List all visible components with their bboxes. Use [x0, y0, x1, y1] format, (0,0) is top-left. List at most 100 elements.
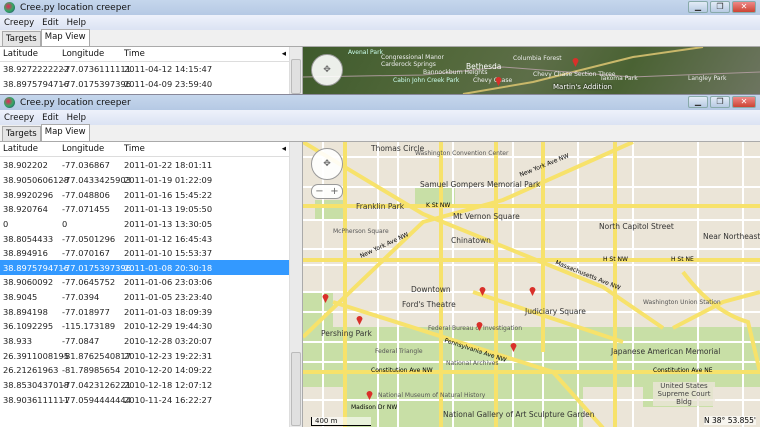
- cell-latitude: 38.902202: [3, 160, 48, 171]
- map-pan-control[interactable]: ✥: [311, 148, 343, 180]
- map-marker-icon[interactable]: [529, 286, 536, 296]
- table-row[interactable]: 38.9060092 -77.0645752 2011-01-06 23:03:06: [0, 275, 302, 290]
- map-label: Takoma Park: [600, 75, 638, 82]
- map-label: National Archives: [446, 360, 499, 367]
- minimize-button[interactable]: ▁: [688, 1, 708, 13]
- cell-time: 2011-04-12 14:15:47: [124, 64, 213, 75]
- map-pan-control[interactable]: ✥: [311, 54, 343, 86]
- coordinate-readout: N 38° 53.855': [704, 416, 756, 425]
- close-button[interactable]: ✕: [732, 1, 756, 13]
- cell-latitude: 26.21261963: [3, 365, 59, 376]
- table-row[interactable]: 36.1092295 -115.173189 2010-12-29 19:44:30: [0, 319, 302, 334]
- cell-longitude: -77.018977: [62, 306, 110, 317]
- title-bar: Cree.py location creeper ▁ ❐ ✕: [0, 95, 760, 110]
- table-row[interactable]: 38.8054433 -77.0501296 2011-01-12 16:45:43: [0, 231, 302, 246]
- cell-time: 2010-12-20 14:09:22: [124, 365, 213, 376]
- map-marker-icon[interactable]: [495, 76, 502, 86]
- locations-table: Latitude Longitude Time ◂ 38.902202 -77.0…: [0, 142, 303, 427]
- map-marker-icon[interactable]: [572, 57, 579, 67]
- map-label: Cabin John Creek Park: [393, 77, 460, 84]
- cell-latitude: 38.8054433: [3, 233, 54, 244]
- cell-longitude: -77.071455: [62, 204, 110, 215]
- restore-button[interactable]: ❐: [710, 96, 730, 108]
- cell-time: 2011-01-16 15:45:22: [124, 189, 213, 200]
- zoom-out-icon[interactable]: −: [315, 186, 323, 197]
- table-row[interactable]: 38.9050606128 -77.0433425903 2011-01-19 01…: [0, 173, 302, 188]
- column-latitude[interactable]: Latitude: [0, 49, 62, 59]
- table-row[interactable]: 38.9036111111 -77.0594444444 2010-11-24 16…: [0, 392, 302, 407]
- table-row[interactable]: 38.8530437018 -77.0423126221 2010-12-18 12…: [0, 378, 302, 393]
- map-label: Washington Convention Center: [415, 150, 509, 157]
- map-label: Langley Park: [688, 75, 727, 82]
- menu-creepy[interactable]: Creepy: [4, 113, 34, 123]
- map-label: Judiciary Square: [525, 307, 586, 316]
- cell-time: 2011-01-13 13:30:05: [124, 218, 213, 229]
- table-row[interactable]: 38.933 -77.0847 2010-12-28 03:20:07: [0, 334, 302, 349]
- map-label: Congressional Manor: [381, 54, 444, 61]
- cell-latitude: 38.8975794716: [3, 78, 69, 89]
- table-row[interactable]: 38.920764 -77.071455 2011-01-13 19:05:50: [0, 202, 302, 217]
- map-label: Near Northeast: [703, 232, 760, 241]
- table-row[interactable]: 38.9920296 -77.048806 2011-01-16 15:45:22: [0, 187, 302, 202]
- main-window: Cree.py location creeper ▁ ❐ ✕ Creepy Ed…: [0, 94, 760, 427]
- cell-time: 2010-12-23 19:22:31: [124, 350, 213, 361]
- menu-help[interactable]: Help: [67, 18, 86, 28]
- table-row[interactable]: 38.902202 -77.036867 2011-01-22 18:01:11: [0, 158, 302, 173]
- top-window: Cree.py location creeper ▁ ❐ ✕ Creepy Ed…: [0, 0, 760, 94]
- column-longitude[interactable]: Longitude: [62, 49, 124, 59]
- cell-latitude: 38.9060092: [3, 277, 54, 288]
- map-marker-icon[interactable]: [322, 293, 329, 303]
- table-scrollbar[interactable]: [289, 142, 302, 427]
- menu-creepy[interactable]: Creepy: [4, 18, 34, 28]
- map-label: Chevy Chase: [473, 77, 513, 84]
- tab-map-view[interactable]: Map View: [40, 124, 90, 141]
- table-scrollbar[interactable]: [289, 47, 302, 94]
- table-row-selected[interactable]: 38.8975794716 -77.0175397396 2011-01-08 20…: [0, 260, 302, 276]
- cell-latitude: 38.9036111111: [3, 394, 69, 405]
- menu-help[interactable]: Help: [67, 113, 86, 123]
- cell-longitude: 0: [62, 218, 68, 229]
- street-map[interactable]: Thomas Circle Washington Convention Cent…: [303, 142, 760, 427]
- map-label: Downtown: [411, 285, 451, 294]
- cell-longitude: -77.048806: [62, 189, 110, 200]
- column-time[interactable]: Time: [124, 49, 274, 59]
- table-row[interactable]: 38.9045 -77.0394 2011-01-05 23:23:40: [0, 290, 302, 305]
- map-zoom-control[interactable]: − +: [311, 184, 343, 199]
- cell-longitude: -115.173189: [62, 321, 116, 332]
- tab-map-view[interactable]: Map View: [40, 29, 90, 46]
- scrollbar-thumb[interactable]: [291, 352, 301, 426]
- map-label: Samuel Gompers Memorial Park: [420, 180, 541, 189]
- column-longitude[interactable]: Longitude: [62, 144, 124, 154]
- table-header: Latitude Longitude Time ◂: [0, 47, 302, 62]
- table-row[interactable]: 38.894916 -77.070167 2011-01-10 15:53:37: [0, 246, 302, 261]
- table-row[interactable]: 26.3911008195 -81.8762540817 2010-12-23 19…: [0, 348, 302, 363]
- map-marker-icon[interactable]: [510, 342, 517, 352]
- map-marker-icon[interactable]: [366, 390, 373, 400]
- map-marker-icon[interactable]: [479, 286, 486, 296]
- menu-bar: Creepy Edit Help: [0, 15, 760, 30]
- cell-longitude: -77.036867: [62, 160, 110, 171]
- map-marker-icon[interactable]: [356, 315, 363, 325]
- column-time[interactable]: Time: [124, 144, 274, 154]
- table-row[interactable]: 26.21261963 -81.78985654 2010-12-20 14:09:…: [0, 363, 302, 378]
- cell-longitude: -77.0501296: [62, 233, 116, 244]
- tab-targets[interactable]: Targets: [2, 31, 41, 46]
- tab-targets[interactable]: Targets: [2, 126, 41, 141]
- table-row[interactable]: 0 0 2011-01-13 13:30:05: [0, 217, 302, 232]
- menu-edit[interactable]: Edit: [42, 113, 58, 123]
- table-row[interactable]: 38.894198 -77.018977 2011-01-03 18:09:39: [0, 304, 302, 319]
- table-row[interactable]: 38.9272222222 -77.0736111111 2011-04-12 14…: [0, 62, 302, 77]
- map-marker-icon[interactable]: [476, 321, 483, 331]
- cell-longitude: -77.0175397396: [62, 78, 131, 89]
- satellite-map[interactable]: Avenal Park Congressional Manor Carderoc…: [303, 47, 760, 94]
- restore-button[interactable]: ❐: [710, 1, 730, 13]
- cell-longitude: -77.0433425903: [62, 174, 131, 185]
- menu-edit[interactable]: Edit: [42, 18, 58, 28]
- cell-longitude: -81.8762540817: [62, 350, 131, 361]
- cell-longitude: -77.0175397396: [62, 262, 131, 273]
- minimize-button[interactable]: ▁: [688, 96, 708, 108]
- zoom-in-icon[interactable]: +: [330, 186, 338, 197]
- column-latitude[interactable]: Latitude: [0, 144, 62, 154]
- close-button[interactable]: ✕: [732, 96, 756, 108]
- table-row[interactable]: 38.8975794716 -77.0175397396 2011-04-09 23…: [0, 77, 302, 92]
